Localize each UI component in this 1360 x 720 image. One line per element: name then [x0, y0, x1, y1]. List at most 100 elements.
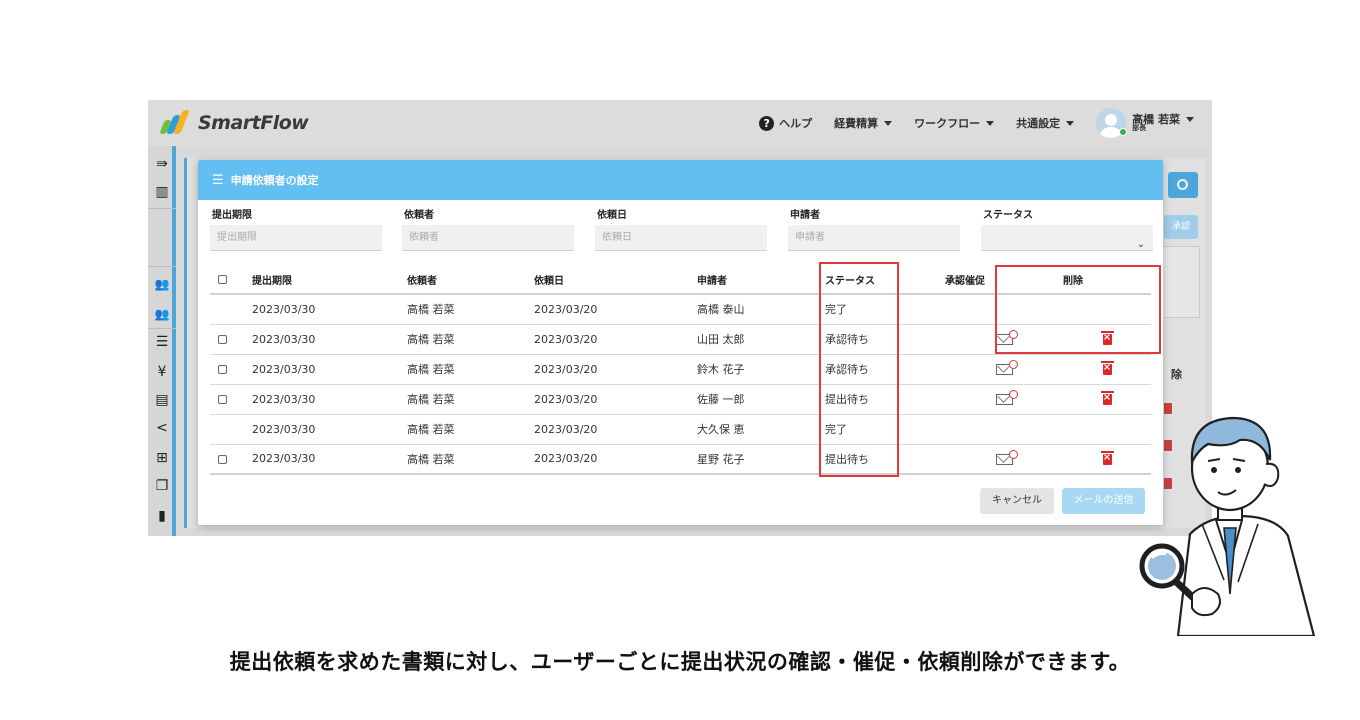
- applicant-cell: 大久保 恵: [697, 414, 825, 445]
- share-icon[interactable]: <: [154, 420, 170, 436]
- cancel-button[interactable]: キャンセル: [980, 488, 1054, 514]
- caret-down-icon: [884, 120, 893, 126]
- status-cell: 完了: [825, 294, 945, 325]
- requester-filter-input[interactable]: 依頼者: [402, 225, 574, 251]
- status-filter-select[interactable]: ⌄: [981, 225, 1153, 251]
- man-with-magnifier-illustration: [1139, 416, 1316, 636]
- requester-cell: 高橋 若菜: [407, 294, 534, 325]
- deadline-cell: 2023/03/30: [244, 384, 407, 415]
- yen-icon[interactable]: ¥: [154, 364, 170, 380]
- status-cell: 提出待ち: [825, 384, 945, 415]
- approve-button[interactable]: 承認: [1164, 215, 1198, 239]
- send-mail-button[interactable]: メールの送信: [1062, 488, 1145, 514]
- remind-mail-icon[interactable]: [995, 330, 1018, 345]
- applicant-cell: 佐藤 一郎: [697, 384, 825, 415]
- filter-status: ステータス ⌄: [981, 206, 1153, 251]
- document-icon[interactable]: ▤: [154, 392, 170, 408]
- help-link[interactable]: ? ヘルプ: [759, 115, 812, 131]
- list-icon: ☰: [212, 172, 224, 188]
- filter-request-date: 依頼日 依頼日: [595, 206, 767, 251]
- filter-applicant: 申請者 申請者: [788, 206, 960, 251]
- row-checkbox[interactable]: [218, 335, 227, 344]
- applicant-cell: 山田 太郎: [697, 324, 825, 355]
- status-cell: 提出待ち: [825, 444, 945, 475]
- col-remind: 承認催促: [945, 266, 1063, 295]
- common-settings-menu[interactable]: 共通設定: [1016, 115, 1075, 131]
- list-icon[interactable]: ☰: [154, 334, 170, 350]
- remind-cell: [945, 324, 1063, 355]
- expense-menu[interactable]: 経費精算: [834, 115, 893, 131]
- menu-expand-icon[interactable]: ⇛: [154, 156, 170, 172]
- deadline-cell: 2023/03/30: [244, 414, 407, 445]
- remind-mail-icon[interactable]: [995, 390, 1018, 405]
- row-checkbox-cell: [210, 384, 244, 415]
- request-date-cell: 2023/03/20: [534, 444, 697, 475]
- users-group-icon[interactable]: 👥: [154, 306, 170, 322]
- status-cell: 承認待ち: [825, 354, 945, 385]
- logo-mark-icon: [156, 110, 192, 136]
- file-icon[interactable]: ▮: [154, 508, 170, 524]
- user-menu[interactable]: 高橋 若菜 部長: [1096, 108, 1194, 138]
- row-checkbox[interactable]: [218, 365, 227, 374]
- request-settings-modal: ☰ 申請依頼者の設定 提出期限 提出期限 依頼者 依頼者 依頼日 依頼日 申請者…: [198, 160, 1163, 525]
- table-header-row: 提出期限 依頼者 依頼日 申請者 ステータス 承認催促 削除: [210, 266, 1151, 295]
- users-icon[interactable]: 👥: [154, 276, 170, 292]
- deadline-cell: 2023/03/30: [244, 294, 407, 325]
- trash-icon[interactable]: [1100, 331, 1114, 345]
- table-row: 2023/03/30 高橋 若菜 2023/03/20 星野 花子 提出待ち: [210, 444, 1151, 475]
- status-filter-label: ステータス: [983, 210, 1033, 221]
- applicant-cell: 高橋 泰山: [697, 294, 825, 325]
- copy-icon[interactable]: ❐: [154, 478, 170, 494]
- trash-icon[interactable]: [1100, 361, 1114, 375]
- select-all-checkbox[interactable]: [218, 274, 227, 284]
- remind-cell: [945, 294, 1063, 325]
- col-applicant[interactable]: 申請者: [697, 266, 825, 295]
- col-request-date[interactable]: 依頼日: [534, 266, 697, 295]
- filter-deadline: 提出期限 提出期限: [210, 206, 382, 251]
- col-requester[interactable]: 依頼者: [407, 266, 534, 295]
- search-button[interactable]: [1168, 172, 1198, 198]
- request-table: 提出期限 依頼者 依頼日 申請者 ステータス 承認催促 削除 2023/03/3…: [210, 266, 1151, 475]
- workflow-label: ワークフロー: [914, 117, 981, 130]
- remind-cell: [945, 354, 1063, 385]
- trash-icon[interactable]: [1100, 391, 1114, 405]
- sidebar: ⇛ ▥ 👥 👥 ☰ ¥ ▤ < ⊞ ❐ ▮: [148, 146, 176, 536]
- table-row: 2023/03/30 高橋 若菜 2023/03/20 高橋 泰山 完了: [210, 294, 1151, 325]
- building-icon[interactable]: ▥: [154, 184, 170, 200]
- col-status[interactable]: ステータス: [825, 266, 945, 295]
- request-date-filter-input[interactable]: 依頼日: [595, 225, 767, 251]
- chevron-down-icon: ⌄: [1136, 239, 1145, 250]
- request-date-cell: 2023/03/20: [534, 324, 697, 355]
- common-settings-label: 共通設定: [1016, 117, 1061, 130]
- request-date-cell: 2023/03/20: [534, 354, 697, 385]
- remind-mail-icon[interactable]: [995, 360, 1018, 375]
- delete-cell: [1063, 294, 1151, 325]
- app-logo[interactable]: SmartFlow: [156, 110, 309, 136]
- row-checkbox[interactable]: [218, 395, 227, 404]
- caret-down-icon: [986, 120, 995, 126]
- trash-icon[interactable]: [1100, 450, 1114, 465]
- applicant-filter-input[interactable]: 申請者: [788, 225, 960, 251]
- help-icon: ?: [759, 115, 775, 131]
- deadline-filter-label: 提出期限: [212, 210, 252, 221]
- remind-mail-icon[interactable]: [995, 449, 1018, 465]
- deadline-filter-input[interactable]: 提出期限: [210, 225, 382, 251]
- row-checkbox[interactable]: [218, 454, 227, 464]
- requester-cell: 高橋 若菜: [407, 324, 534, 355]
- remind-cell: [945, 414, 1063, 445]
- requester-cell: 高橋 若菜: [407, 444, 534, 475]
- row-checkbox-cell: [210, 444, 244, 475]
- workflow-menu[interactable]: ワークフロー: [914, 115, 995, 131]
- col-deadline[interactable]: 提出期限: [244, 266, 407, 295]
- caret-down-icon: [1186, 116, 1194, 122]
- logo-text: SmartFlow: [198, 112, 309, 134]
- background-delete-header: 除: [1171, 368, 1182, 381]
- request-date-filter-label: 依頼日: [597, 210, 627, 221]
- filter-row: 提出期限 提出期限 依頼者 依頼者 依頼日 依頼日 申請者 申請者 ステータス …: [198, 206, 1163, 256]
- status-cell: 完了: [825, 414, 945, 445]
- applicant-cell: 星野 花子: [697, 444, 825, 475]
- table-row: 2023/03/30 高橋 若菜 2023/03/20 山田 太郎 承認待ち: [210, 324, 1151, 355]
- requester-cell: 高橋 若菜: [407, 354, 534, 385]
- row-checkbox-cell: [210, 294, 244, 325]
- grid-icon[interactable]: ⊞: [154, 450, 170, 466]
